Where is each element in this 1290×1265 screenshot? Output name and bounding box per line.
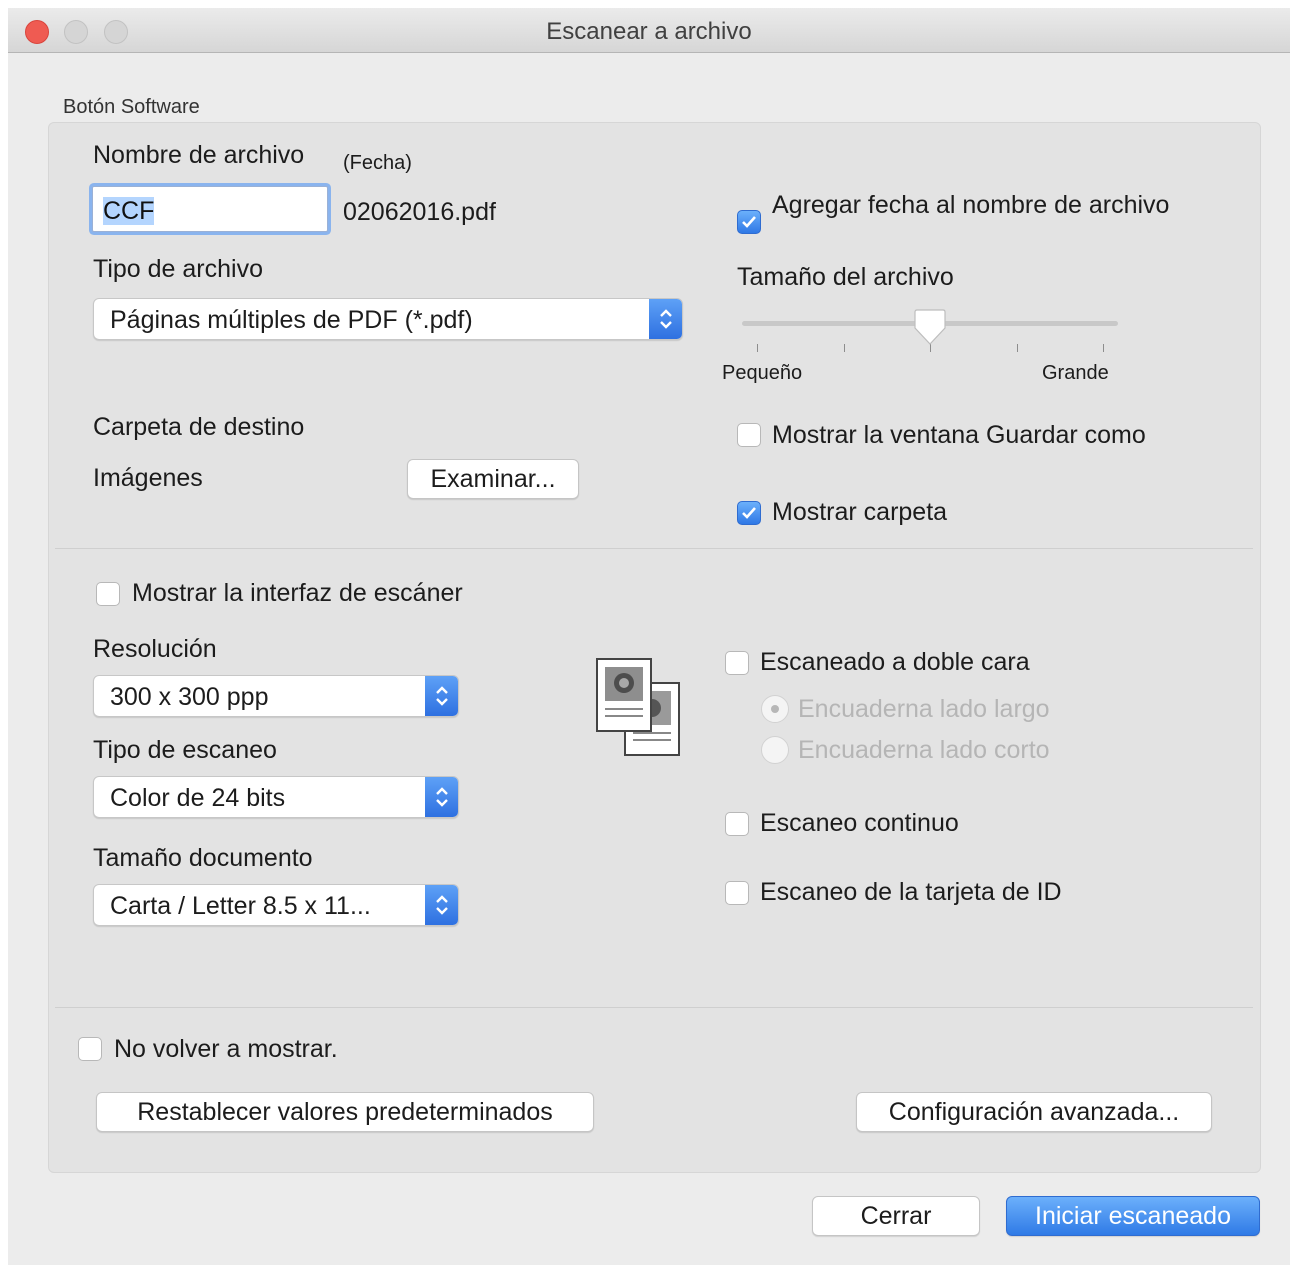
filename-label: Nombre de archivo	[93, 141, 305, 169]
file-size-min-label: Pequeño	[722, 362, 803, 384]
id-card-scan-label: Escaneo de la tarjeta de ID	[760, 878, 1062, 906]
dont-show-again-label: No volver a mostrar.	[114, 1035, 338, 1063]
filename-input[interactable]: CCF	[92, 186, 328, 232]
dialog-window: Escanear a archivo Botón Software Nombre…	[8, 8, 1290, 1265]
advanced-settings-button[interactable]: Configuración avanzada...	[856, 1092, 1212, 1132]
scan-type-select[interactable]: Color de 24 bits	[93, 776, 459, 818]
show-scanner-ui-label: Mostrar la interfaz de escáner	[132, 579, 463, 607]
title-bar: Escanear a archivo	[8, 8, 1290, 53]
window-title: Escanear a archivo	[546, 18, 752, 45]
section-divider	[55, 1007, 1253, 1008]
resolution-label: Resolución	[93, 635, 217, 663]
long-edge-radio[interactable]	[761, 695, 789, 723]
file-size-max-label: Grande	[1042, 362, 1109, 384]
file-size-slider-thumb[interactable]	[913, 308, 947, 353]
updown-arrows-icon	[649, 299, 682, 339]
dont-show-again-checkbox[interactable]	[78, 1037, 102, 1061]
section-divider	[55, 548, 1253, 549]
file-type-value: Páginas múltiples de PDF (*.pdf)	[110, 306, 473, 334]
show-folder-checkbox[interactable]	[737, 501, 761, 525]
filename-input-value: CCF	[103, 197, 155, 225]
close-button[interactable]: Cerrar	[812, 1196, 980, 1236]
duplex-checkbox[interactable]	[725, 651, 749, 675]
continuous-scan-checkbox[interactable]	[725, 812, 749, 836]
slider-tick	[844, 344, 845, 352]
updown-arrows-icon	[425, 885, 458, 925]
scan-type-value: Color de 24 bits	[110, 784, 286, 812]
destination-value: Imágenes	[93, 464, 203, 492]
long-edge-label: Encuaderna lado largo	[798, 695, 1050, 723]
group-label: Botón Software	[63, 96, 200, 118]
short-edge-radio[interactable]	[761, 736, 789, 764]
updown-arrows-icon	[425, 676, 458, 716]
duplex-pages-icon	[593, 655, 683, 765]
id-card-scan-checkbox[interactable]	[725, 881, 749, 905]
updown-arrows-icon	[425, 777, 458, 817]
show-save-as-label: Mostrar la ventana Guardar como	[772, 421, 1146, 449]
scan-type-label: Tipo de escaneo	[93, 736, 277, 764]
document-size-value: Carta / Letter 8.5 x 11...	[110, 892, 371, 920]
destination-label: Carpeta de destino	[93, 413, 305, 441]
checkmark-icon	[742, 507, 756, 519]
resolution-value: 300 x 300 ppp	[110, 683, 269, 711]
reset-defaults-button[interactable]: Restablecer valores predeterminados	[96, 1092, 594, 1132]
file-type-label: Tipo de archivo	[93, 255, 263, 283]
show-scanner-ui-checkbox[interactable]	[96, 582, 120, 606]
checkmark-icon	[742, 216, 756, 228]
document-size-label: Tamaño documento	[93, 844, 313, 872]
slider-tick	[1017, 344, 1018, 352]
document-size-select[interactable]: Carta / Letter 8.5 x 11...	[93, 884, 459, 926]
file-type-select[interactable]: Páginas múltiples de PDF (*.pdf)	[93, 298, 683, 340]
start-scan-button[interactable]: Iniciar escaneado	[1006, 1196, 1260, 1236]
add-date-label: Agregar fecha al nombre de archivo	[772, 191, 1170, 219]
show-save-as-checkbox[interactable]	[737, 423, 761, 447]
date-label: (Fecha)	[343, 152, 412, 174]
file-size-label: Tamaño del archivo	[737, 263, 954, 291]
slider-tick	[757, 344, 758, 352]
continuous-scan-label: Escaneo continuo	[760, 809, 959, 837]
resolution-select[interactable]: 300 x 300 ppp	[93, 675, 459, 717]
browse-button[interactable]: Examinar...	[407, 459, 579, 499]
duplex-label: Escaneado a doble cara	[760, 648, 1030, 676]
filename-suffix: 02062016.pdf	[343, 198, 496, 226]
show-folder-label: Mostrar carpeta	[772, 498, 948, 526]
slider-tick	[1103, 344, 1104, 352]
short-edge-label: Encuaderna lado corto	[798, 736, 1050, 764]
radio-dot	[771, 705, 779, 713]
add-date-checkbox[interactable]	[737, 210, 761, 234]
